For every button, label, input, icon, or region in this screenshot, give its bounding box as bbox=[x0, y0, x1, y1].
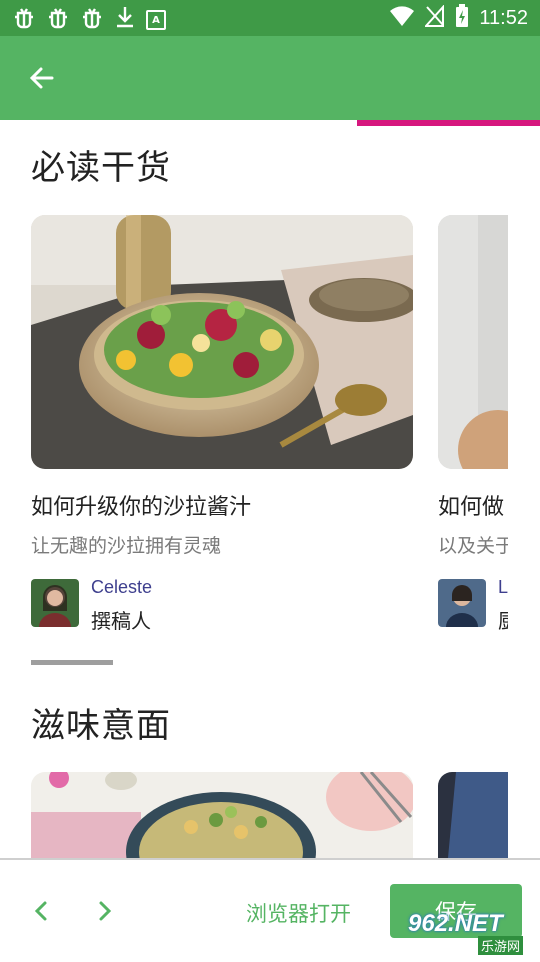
article-image bbox=[438, 215, 508, 469]
chevron-left-icon bbox=[33, 900, 49, 926]
download-icon bbox=[114, 5, 136, 35]
wifi-icon bbox=[389, 5, 415, 31]
bug-icon bbox=[80, 5, 104, 35]
section-title: 必读干货 bbox=[31, 148, 171, 188]
reading-progress-fill bbox=[357, 120, 540, 126]
author-name[interactable]: Li bbox=[498, 577, 508, 598]
next-button[interactable] bbox=[90, 898, 120, 928]
status-bar: A 11:52 bbox=[0, 0, 540, 36]
bug-icon bbox=[12, 5, 36, 35]
avatar bbox=[438, 579, 486, 627]
author-role: 撰稿人 bbox=[91, 609, 151, 633]
article-image[interactable] bbox=[31, 772, 413, 858]
author-role: 厨 bbox=[498, 605, 508, 634]
author-name[interactable]: Celeste bbox=[91, 577, 152, 598]
article-card[interactable]: 如何做 以及关于 Li 厨 bbox=[438, 215, 508, 633]
article-image[interactable] bbox=[438, 772, 508, 858]
article-card-clip: 如何做 以及关于 Li 厨 bbox=[438, 215, 508, 635]
avatar bbox=[31, 579, 79, 627]
app-bar bbox=[0, 36, 540, 120]
watermark-subtext: 乐游网 bbox=[478, 936, 524, 955]
article-card[interactable]: 如何升级你的沙拉酱汁 让无趣的沙拉拥有灵魂 Celeste 撰稿人 bbox=[31, 215, 413, 633]
watermark-text: 962.NET bbox=[408, 910, 503, 937]
author-block: Li 厨 bbox=[438, 577, 508, 633]
bottom-bar: 浏览器打开 保存 962.NET 乐游网 bbox=[0, 858, 540, 962]
back-button[interactable] bbox=[22, 60, 62, 100]
previous-button[interactable] bbox=[26, 898, 56, 928]
article-subtitle: 让无趣的沙拉拥有灵魂 bbox=[31, 535, 222, 557]
reading-progress-bar bbox=[0, 120, 540, 126]
status-icons-left: A bbox=[12, 5, 166, 35]
battery-charging-icon bbox=[455, 4, 469, 32]
clock: 11:52 bbox=[479, 6, 528, 29]
author-block: Celeste 撰稿人 bbox=[31, 577, 331, 633]
article-subtitle: 以及关于 bbox=[438, 535, 508, 557]
open-in-browser-button[interactable]: 浏览器打开 bbox=[246, 898, 351, 928]
a-icon: A bbox=[146, 10, 166, 30]
status-icons-right: 11:52 bbox=[389, 4, 528, 32]
no-signal-icon bbox=[424, 4, 445, 31]
article-title: 如何做 bbox=[438, 495, 505, 520]
section-divider bbox=[31, 660, 113, 665]
watermark: 962.NET 乐游网 bbox=[400, 910, 536, 955]
bug-icon bbox=[46, 5, 70, 35]
article-image bbox=[31, 215, 413, 469]
arrow-left-icon bbox=[28, 64, 56, 96]
article-title: 如何升级你的沙拉酱汁 bbox=[31, 495, 252, 520]
chevron-right-icon bbox=[97, 900, 113, 926]
section-title: 滋味意面 bbox=[31, 706, 171, 746]
